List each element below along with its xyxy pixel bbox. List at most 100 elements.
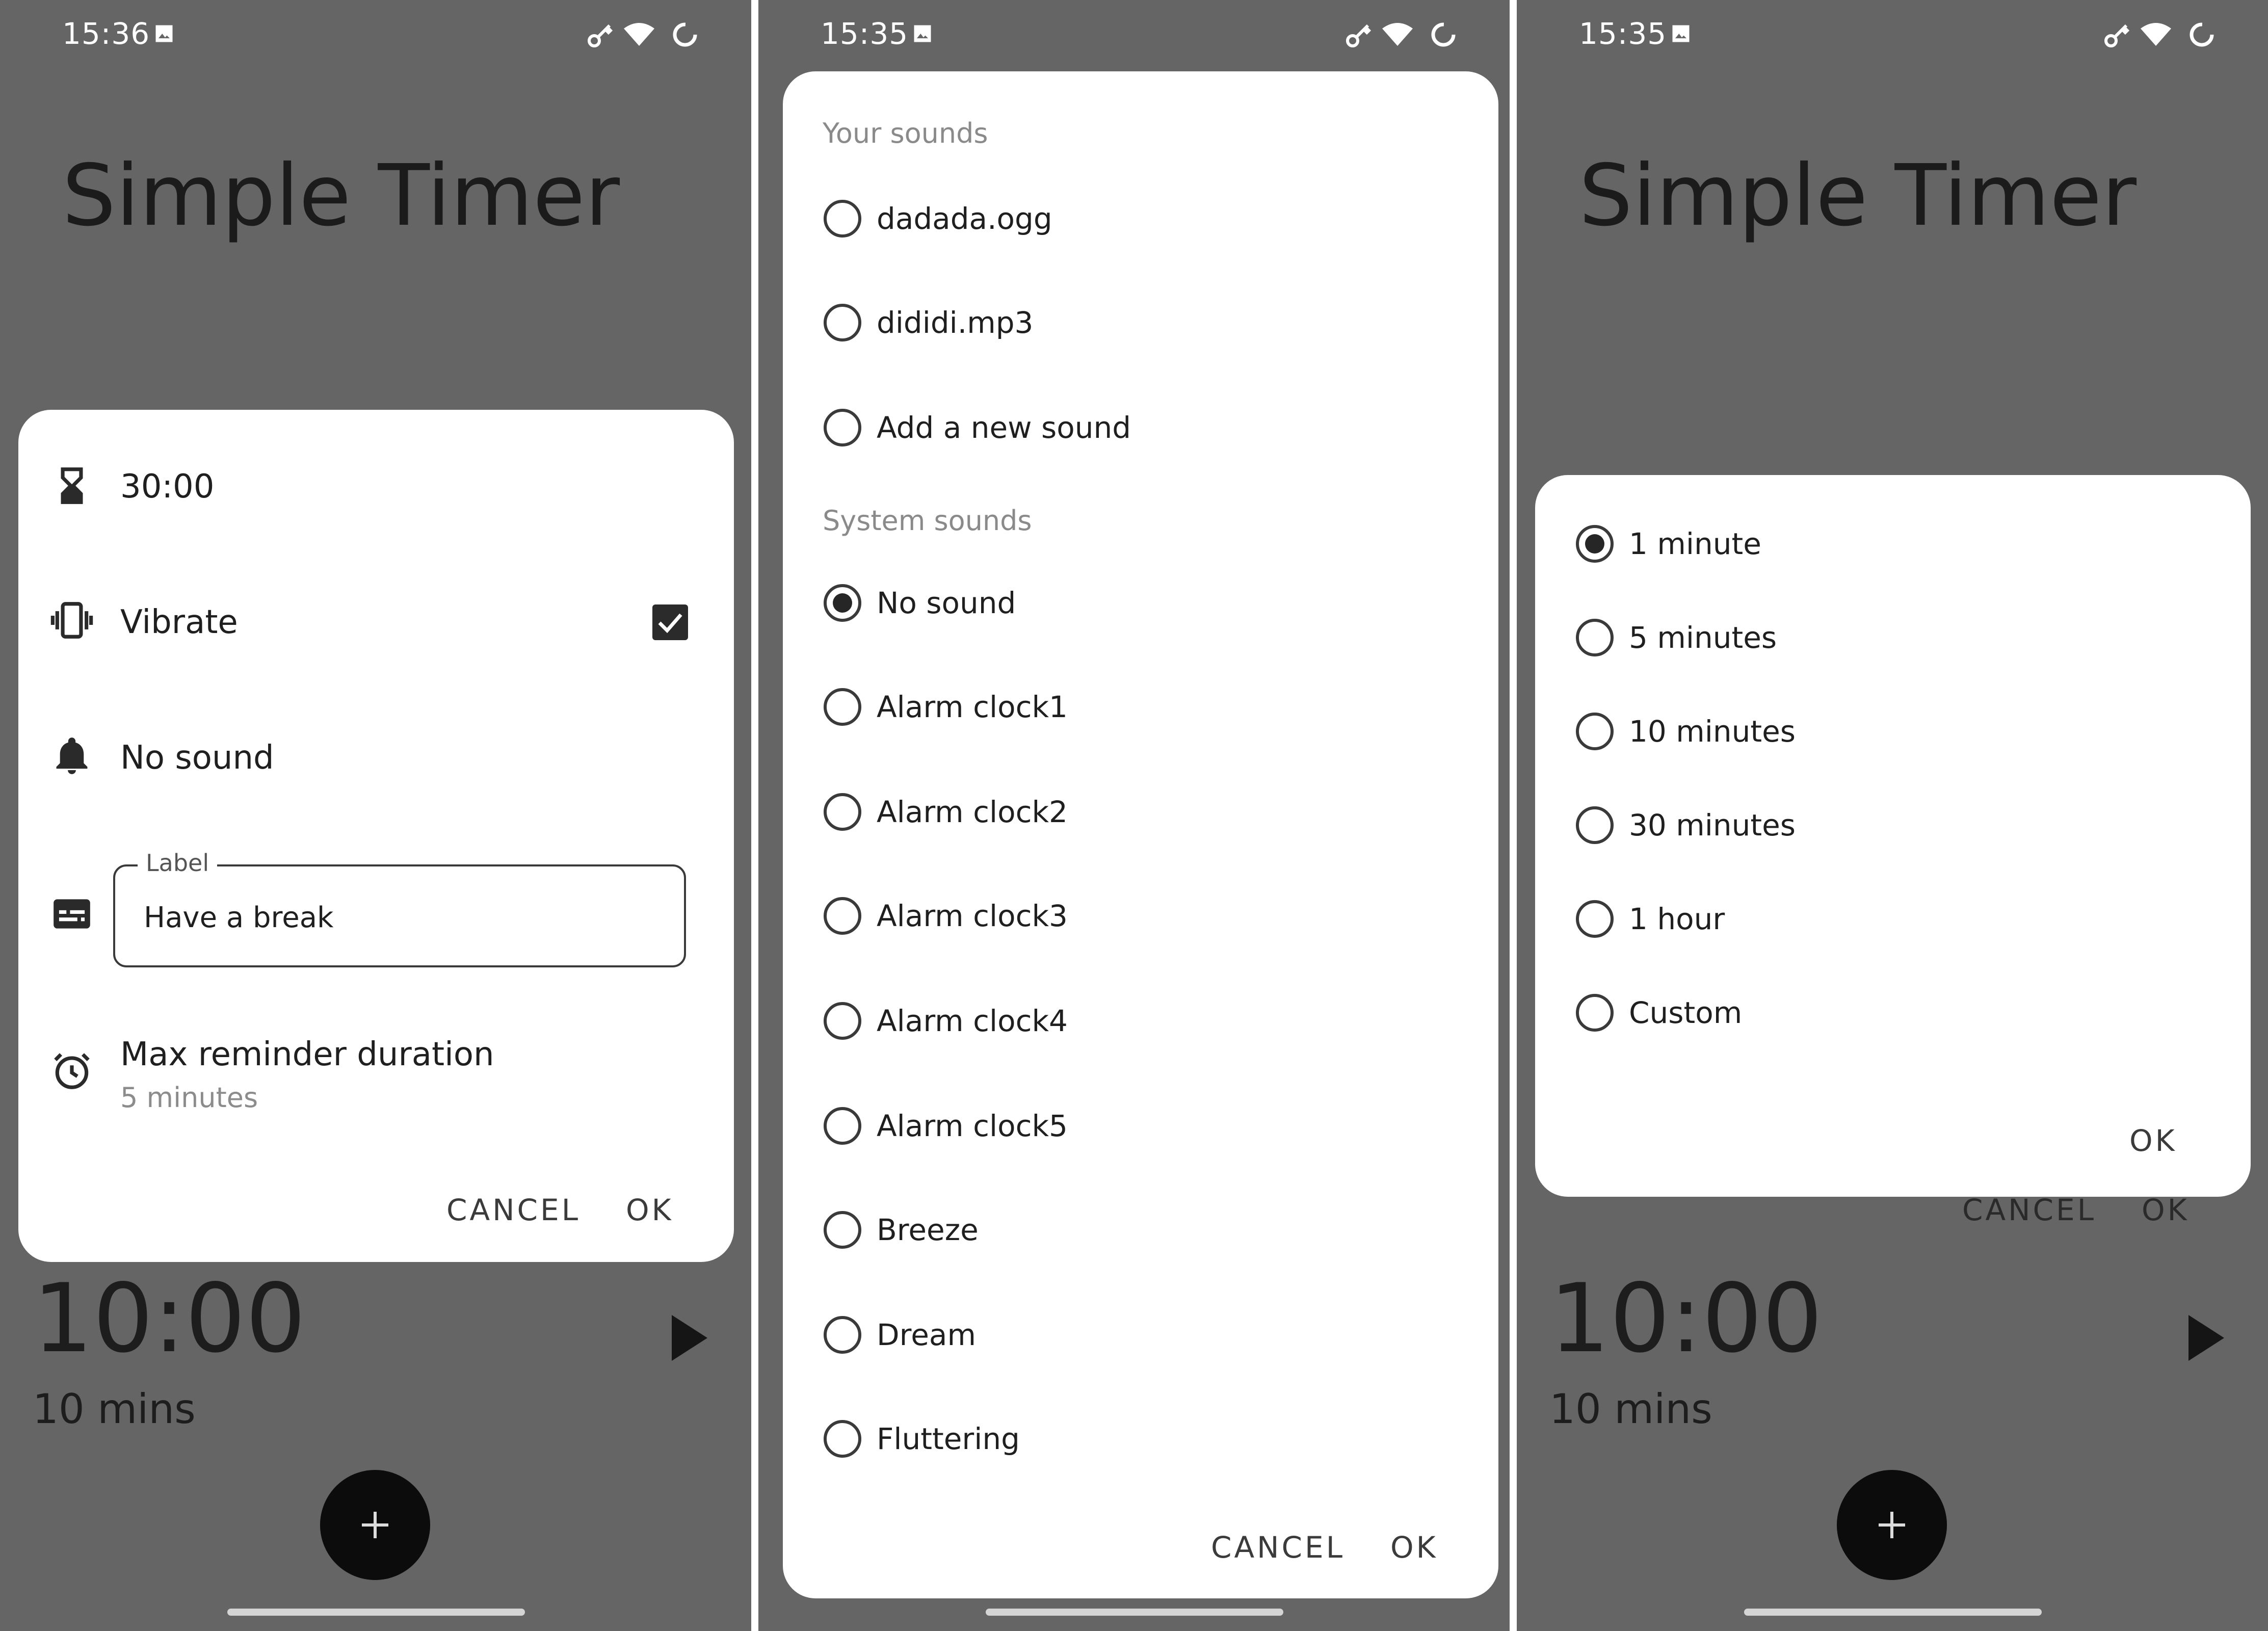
radio-button[interactable] [824,1002,861,1040]
radio-button[interactable] [1576,713,1614,750]
cancel-button-behind: CANCEL [1962,1193,2097,1227]
timer-time[interactable]: 10:00 [33,1263,306,1374]
radio-button-selected[interactable] [1576,525,1614,563]
label-input-value[interactable]: Have a break [144,901,333,934]
status-time: 15:36 [62,16,150,51]
status-time: 15:35 [1579,16,1667,51]
alarm-clock-icon [54,1053,90,1089]
duration-option-label: 30 minutes [1629,808,1796,843]
sound-option[interactable]: Dream [824,1314,1435,1360]
status-bar: 15:35 [758,0,1510,71]
radio-button[interactable] [824,1211,861,1249]
radio-button[interactable] [1576,806,1614,844]
sound-option[interactable]: Alarm clock2 [824,791,1435,837]
duration-value: 30:00 [120,468,215,506]
sound-option-label: dadada.ogg [877,201,1052,236]
cancel-button[interactable]: CANCEL [446,1193,581,1227]
status-icons [588,22,697,47]
sound-option[interactable]: dadada.ogg [824,198,1435,244]
gesture-bar[interactable] [1744,1609,2042,1616]
radio-button[interactable] [824,793,861,831]
image-icon [914,25,931,42]
vibration-icon [50,602,93,639]
screen-sound-picker: 15:35 Your sounds dadada.ogg dididi.mp3 … [758,0,1510,1631]
plus-icon [1879,1512,1905,1538]
radio-button[interactable] [824,304,861,341]
sound-option-label: Alarm clock3 [877,899,1068,933]
sound-option-label: Alarm clock2 [877,795,1068,829]
check-icon [658,613,682,634]
loading-icon [673,22,697,47]
radio-button-selected[interactable] [824,584,861,622]
subtitles-icon [54,899,90,929]
label-field[interactable]: Label Have a break [113,849,686,967]
vibrate-checkbox[interactable] [652,604,688,640]
sound-option[interactable]: dididi.mp3 [824,302,1435,348]
status-bar: 15:35 [1517,0,2268,71]
ok-button[interactable]: OK [626,1193,674,1227]
duration-option[interactable]: 1 minute [1576,523,2187,569]
sound-option-label: Alarm clock1 [877,690,1068,724]
add-timer-button[interactable] [320,1470,430,1580]
duration-option[interactable]: 1 hour [1576,898,2187,944]
screen-timer-edit: 15:36 Simple Timer 10:00 10 mins 30:00 V… [0,0,751,1631]
loading-icon [1431,22,1456,47]
loading-icon [2190,22,2214,47]
radio-button[interactable] [1576,900,1614,938]
sound-option-label: Add a new sound [877,410,1131,445]
radio-button[interactable] [824,1316,861,1354]
vibrate-label: Vibrate [120,603,238,641]
system-sounds-header: System sounds [823,505,1032,537]
sound-picker-dialog: Your sounds dadada.ogg dididi.mp3 Add a … [783,71,1498,1598]
wifi-icon [1382,23,1413,46]
sound-option[interactable]: No sound [824,582,1435,628]
max-reminder-value: 5 minutes [120,1082,258,1114]
status-time: 15:35 [821,16,909,51]
sound-option[interactable]: Alarm clock4 [824,1000,1435,1046]
timer-time[interactable]: 10:00 [1549,1263,1823,1374]
sound-option[interactable]: Alarm clock5 [824,1105,1435,1151]
status-icons [1346,22,1456,47]
play-icon[interactable] [2188,1315,2224,1361]
label-caption: Label [138,849,218,877]
sound-option-label: Breeze [877,1213,979,1247]
sound-option-label: No sound [877,586,1016,620]
radio-button[interactable] [1576,994,1614,1032]
image-icon [1672,25,1690,42]
duration-option[interactable]: 30 minutes [1576,804,2187,850]
sound-option[interactable]: Fluttering [824,1418,1435,1464]
radio-button[interactable] [824,897,861,935]
sound-option-label: Alarm clock5 [877,1109,1068,1143]
add-sound-option[interactable]: Add a new sound [824,407,1435,453]
add-timer-button[interactable] [1837,1470,1947,1580]
radio-button[interactable] [824,200,861,238]
radio-button[interactable] [824,1107,861,1145]
ok-button[interactable]: OK [1390,1530,1438,1565]
vpn-key-icon [588,24,613,47]
sound-option[interactable]: Breeze [824,1209,1435,1255]
duration-option[interactable]: 5 minutes [1576,617,2187,663]
radio-button[interactable] [824,688,861,726]
sound-option[interactable]: Alarm clock3 [824,895,1435,941]
radio-button[interactable] [824,409,861,446]
ok-button-behind: OK [2142,1193,2190,1227]
timer-subtitle: 10 mins [33,1385,196,1433]
sound-value: No sound [120,739,274,777]
duration-option-label: 5 minutes [1629,620,1777,655]
gesture-bar[interactable] [227,1609,525,1616]
duration-option[interactable]: Custom [1576,992,2187,1038]
sound-option-label: dididi.mp3 [877,305,1034,340]
play-icon[interactable] [672,1315,707,1361]
sound-option[interactable]: Alarm clock1 [824,686,1435,732]
cancel-button[interactable]: CANCEL [1211,1530,1345,1565]
max-reminder-title: Max reminder duration [120,1036,494,1073]
radio-button[interactable] [824,1420,861,1458]
wifi-icon [2141,23,2171,46]
duration-option[interactable]: 10 minutes [1576,711,2187,756]
gesture-bar[interactable] [986,1609,1283,1616]
radio-button[interactable] [1576,619,1614,656]
duration-option-label: 10 minutes [1629,714,1796,749]
ok-button[interactable]: OK [2129,1123,2177,1158]
timer-subtitle: 10 mins [1549,1385,1712,1433]
sound-option-label: Dream [877,1318,976,1352]
